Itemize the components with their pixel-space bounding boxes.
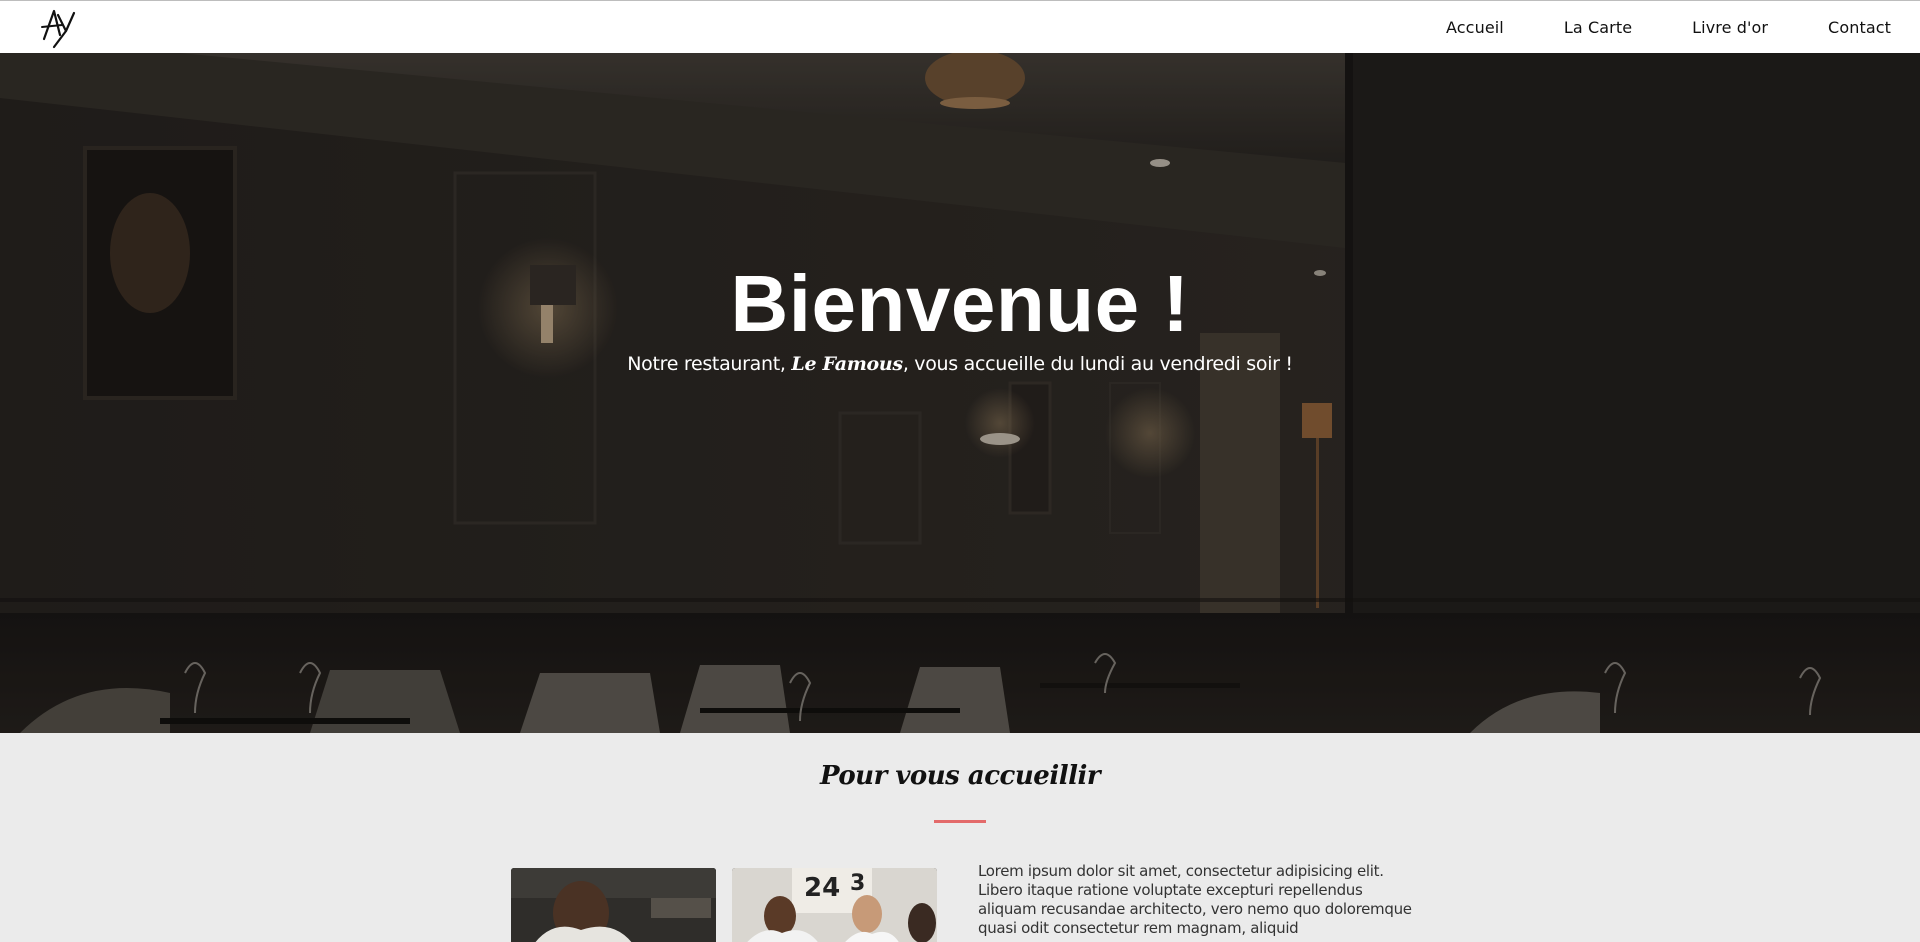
- top-navbar: Accueil La Carte Livre d'or Contact: [0, 0, 1920, 53]
- hero-title: Bienvenue !: [730, 259, 1190, 348]
- welcome-text: Lorem ipsum dolor sit amet, consectetur …: [978, 862, 1412, 937]
- hero-brand-name: Le Famous: [791, 353, 903, 375]
- hero-banner: Bienvenue ! Notre restaurant, Le Famous,…: [0, 53, 1920, 733]
- nav-link-livre-dor[interactable]: Livre d'or: [1692, 18, 1768, 37]
- signature-logo-icon[interactable]: [40, 5, 78, 49]
- hero-subtitle-hours: , vous accueille du lundi au vendredi so…: [902, 353, 1293, 375]
- welcome-section: Pour vous accueillir 24 3 Lorem ipsum do…: [0, 733, 1920, 942]
- title-divider: [934, 820, 986, 823]
- section-title: Pour vous accueillir: [819, 761, 1101, 791]
- nav-link-contact[interactable]: Contact: [1828, 18, 1891, 37]
- nav-link-la-carte[interactable]: La Carte: [1564, 18, 1632, 37]
- hero-subtitle-intro: Notre restaurant,: [627, 353, 792, 375]
- main-nav: Accueil La Carte Livre d'or Contact: [1386, 1, 1891, 54]
- restaurant-dining-room-image: [0, 53, 1920, 733]
- svg-text:24: 24: [804, 873, 840, 903]
- hero-subtitle: Notre restaurant, Le Famous, vous accuei…: [0, 353, 1920, 375]
- chef-photo: [511, 868, 716, 942]
- svg-text:3: 3: [850, 871, 865, 896]
- nav-link-accueil[interactable]: Accueil: [1446, 18, 1504, 37]
- staff-photo: 24 3: [732, 868, 937, 942]
